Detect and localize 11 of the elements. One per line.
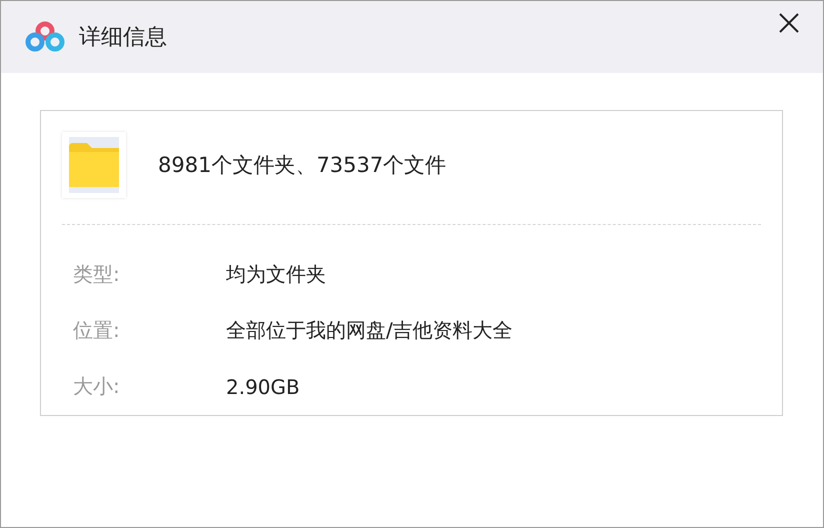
- property-value: 均为文件夹: [226, 261, 326, 288]
- window-title: 详细信息: [79, 24, 167, 52]
- property-value: 全部位于我的网盘/吉他资料大全: [226, 317, 513, 344]
- summary-text: 8981个文件夹、73537个文件: [158, 152, 446, 179]
- property-label: 大小:: [72, 373, 121, 400]
- close-icon[interactable]: [779, 13, 799, 33]
- property-label: 类型:: [72, 261, 121, 288]
- folder-icon: [62, 132, 126, 198]
- property-label: 位置:: [72, 317, 121, 344]
- property-value: 2.90GB: [226, 374, 300, 398]
- cloud-logo-icon: [25, 21, 65, 53]
